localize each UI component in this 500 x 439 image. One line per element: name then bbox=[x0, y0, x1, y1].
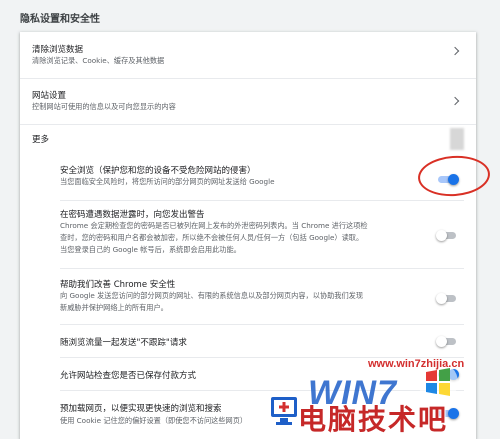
improve-security-row[interactable]: 帮助我们改善 Chrome 安全性 向 Google 发送您访问的部分网页的网址… bbox=[20, 269, 476, 321]
password-leak-desc-line2: 查时，您的密码和用户名都会被加密，所以绝不会被任何人员/任何一方（包括 Goog… bbox=[60, 233, 364, 242]
blurred-region bbox=[450, 128, 464, 150]
clear-browsing-data-subtitle: 清除浏览记录、Cookie、缓存及其他数据 bbox=[32, 56, 165, 65]
do-not-track-title: 随浏览流量一起发送"不跟踪"请求 bbox=[60, 338, 187, 348]
improve-security-toggle[interactable] bbox=[436, 293, 458, 304]
improve-security-title: 帮助我们改善 Chrome 安全性 bbox=[60, 280, 176, 290]
clear-browsing-data-title: 清除浏览数据 bbox=[32, 45, 84, 55]
payment-methods-title: 允许网站检查您是否已保存付款方式 bbox=[60, 371, 197, 381]
privacy-card: 清除浏览数据 清除浏览记录、Cookie、缓存及其他数据 网站设置 控制网站可使… bbox=[20, 32, 476, 439]
clear-browsing-data-row[interactable]: 清除浏览数据 清除浏览记录、Cookie、缓存及其他数据 bbox=[20, 32, 476, 70]
preload-subtitle: 使用 Cookie 记住您的偏好设置（即使您不访问这些网页） bbox=[60, 416, 248, 425]
monitor-icon bbox=[271, 397, 297, 425]
password-leak-row[interactable]: 在密码遭遇数据泄露时，向您发出警告 Chrome 会定期检查您的密码是否已被列在… bbox=[20, 201, 476, 265]
do-not-track-row[interactable]: 随浏览流量一起发送"不跟踪"请求 bbox=[20, 325, 476, 355]
watermark-cn-text: 电脑技术吧 bbox=[298, 403, 449, 436]
password-leak-desc-line3: 当您登录自己的 Google 帐号后，系统即会启用此功能。 bbox=[60, 245, 241, 254]
more-title: 更多 bbox=[32, 135, 50, 145]
section-title: 隐私设置和安全性 bbox=[20, 14, 100, 25]
more-section-header[interactable]: 更多 bbox=[20, 125, 476, 151]
preload-title: 预加载网页，以便实现更快速的浏览和搜索 bbox=[60, 404, 222, 414]
site-settings-title: 网站设置 bbox=[32, 91, 67, 101]
site-settings-row[interactable]: 网站设置 控制网站可使用的信息以及可向您显示的内容 bbox=[20, 79, 476, 123]
improve-security-desc-line1: 向 Google 发送您访问的部分网页的网址、有限的系统信息以及部分网页内容，以… bbox=[60, 291, 364, 300]
chevron-right-icon bbox=[450, 46, 460, 56]
safe-browsing-row[interactable]: 安全浏览（保护您和您的设备不受危险网站的侵害） 当您面临安全风险时，将您所访问的… bbox=[20, 156, 476, 198]
password-leak-toggle[interactable] bbox=[436, 230, 458, 241]
site-settings-subtitle: 控制网站可使用的信息以及可向您显示的内容 bbox=[32, 102, 176, 111]
password-leak-desc-line1: Chrome 会定期检查您的密码是否已被列在网上发布的外泄密码列表内。当 Chr… bbox=[60, 221, 368, 230]
safe-browsing-subtitle: 当您面临安全风险时，将您所访问的部分网页的网址发送给 Google bbox=[60, 177, 275, 186]
do-not-track-toggle[interactable] bbox=[436, 336, 458, 347]
watermark-url: www.win7zhijia.cn bbox=[368, 358, 465, 370]
safe-browsing-title: 安全浏览（保护您和您的设备不受危险网站的侵害） bbox=[60, 166, 256, 176]
password-leak-title: 在密码遭遇数据泄露时，向您发出警告 bbox=[60, 210, 205, 220]
improve-security-desc-line2: 新威胁并保护网络上的所有用户。 bbox=[60, 303, 168, 312]
chevron-right-icon bbox=[450, 96, 460, 106]
